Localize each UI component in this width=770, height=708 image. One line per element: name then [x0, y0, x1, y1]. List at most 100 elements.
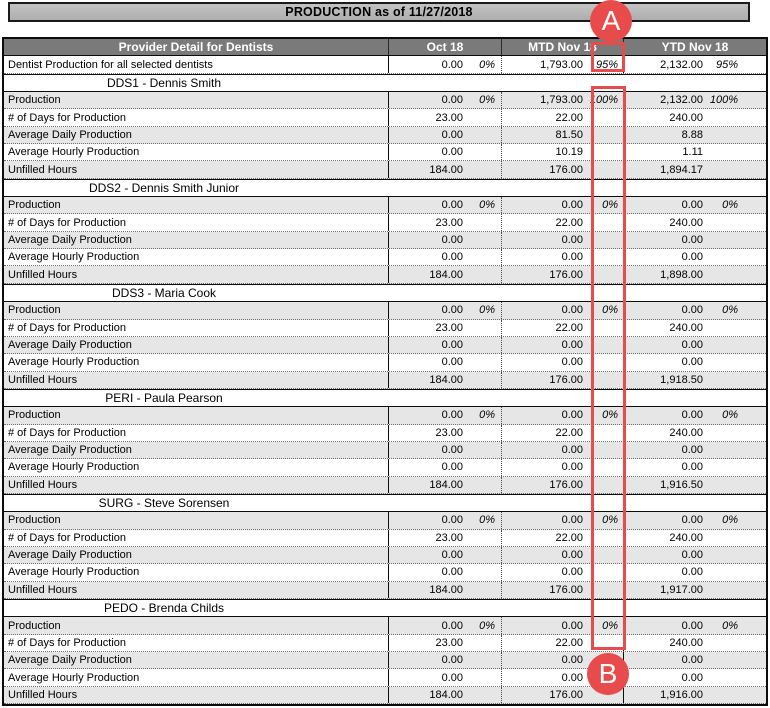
ytd-cell: 1,898.00 — [624, 266, 766, 282]
mtd-value: 0.00 — [502, 549, 583, 561]
ytd-value: 240.00 — [624, 637, 703, 649]
oct-value: 0.00 — [389, 566, 463, 578]
oct-value: 0.00 — [389, 129, 463, 141]
oct-value: 0.00 — [389, 409, 463, 421]
oct-value: 23.00 — [389, 427, 463, 439]
oct-cell: 0.00 — [389, 354, 502, 370]
row-label: Production — [4, 407, 389, 423]
row-label: Average Daily Production — [4, 442, 389, 458]
oct-cell: 0.00 0% — [389, 302, 502, 318]
row-label: Average Hourly Production — [4, 669, 389, 685]
ytd-value: 8.88 — [624, 129, 703, 141]
mtd-value: 0.00 — [502, 444, 583, 456]
row-label: Average Daily Production — [4, 652, 389, 668]
provider-name: PEDO - Brenda Childs — [4, 601, 324, 615]
oct-percent: 0% — [463, 620, 495, 632]
table-row: Average Daily Production 0.00 0.00 0.00 — [4, 547, 766, 564]
oct-value: 0.00 — [389, 356, 463, 368]
mtd-value: 0.00 — [502, 251, 583, 263]
oct-cell: 0.00 — [389, 459, 502, 475]
mtd-value: 0.00 — [502, 199, 583, 211]
callout-marker-b: B — [587, 653, 629, 695]
table-row: Unfilled Hours 184.00 176.00 1,917.00 — [4, 582, 766, 599]
ytd-cell: 0.00 — [624, 249, 766, 265]
ytd-cell: 0.00 0% — [624, 197, 766, 213]
ytd-cell: 1.11 — [624, 144, 766, 160]
row-label: Average Daily Production — [4, 127, 389, 143]
oct-value: 184.00 — [389, 269, 463, 281]
ytd-cell: 240.00 — [624, 109, 766, 125]
table-header-row: Provider Detail for Dentists Oct 18 MTD … — [4, 39, 766, 56]
oct-cell: 23.00 — [389, 425, 502, 441]
table-row: # of Days for Production 23.00 22.00 240… — [4, 214, 766, 231]
row-label: Unfilled Hours — [4, 477, 389, 493]
ytd-percent: 0% — [703, 620, 738, 632]
ytd-value: 0.00 — [624, 514, 703, 526]
mtd-value: 176.00 — [502, 479, 583, 491]
mtd-value: 0.00 — [502, 672, 583, 684]
ytd-value: 0.00 — [624, 199, 703, 211]
table-row: Average Hourly Production 0.00 10.19 1.1… — [4, 144, 766, 161]
ytd-percent: 0% — [703, 199, 738, 211]
ytd-cell: 0.00 — [624, 232, 766, 248]
oct-cell: 23.00 — [389, 109, 502, 125]
ytd-value: 0.00 — [624, 654, 703, 666]
mtd-value: 0.00 — [502, 356, 583, 368]
table-row: Unfilled Hours 184.00 176.00 1,918.50 — [4, 372, 766, 389]
ytd-cell: 240.00 — [624, 530, 766, 546]
ytd-cell: 0.00 0% — [624, 617, 766, 633]
mtd-value: 0.00 — [502, 514, 583, 526]
ytd-value: 1,916.00 — [624, 689, 703, 701]
provider-name: PERI - Paula Pearson — [4, 391, 324, 405]
summary-ytd-cell: 2,132.00 95% — [624, 56, 766, 72]
oct-value: 0.00 — [389, 304, 463, 316]
row-label: Unfilled Hours — [4, 582, 389, 598]
row-label: Average Hourly Production — [4, 144, 389, 160]
oct-value: 23.00 — [389, 322, 463, 334]
ytd-cell: 8.88 — [624, 127, 766, 143]
ytd-value: 1,894.17 — [624, 164, 703, 176]
mtd-value: 0.00 — [502, 304, 583, 316]
report-page: PRODUCTION as of 11/27/2018 Provider Det… — [0, 0, 770, 708]
ytd-value: 0.00 — [624, 251, 703, 263]
oct-percent: 0% — [463, 409, 495, 421]
provider-section-header: DDS3 - Maria Cook — [4, 284, 766, 302]
ytd-cell: 1,894.17 — [624, 161, 766, 177]
provider-section-header: DDS1 - Dennis Smith — [4, 74, 766, 92]
table-row: Production 0.00 0% 0.00 0% 0.00 0% — [4, 512, 766, 529]
mtd-value: 22.00 — [502, 322, 583, 334]
row-label: Average Hourly Production — [4, 249, 389, 265]
oct-value: 0.00 — [389, 461, 463, 473]
table-row: Production 0.00 0% 1,793.00 100% 2,132.0… — [4, 92, 766, 109]
ytd-value: 1,917.00 — [624, 584, 703, 596]
table-row: Production 0.00 0% 0.00 0% 0.00 0% — [4, 302, 766, 319]
oct-value: 184.00 — [389, 164, 463, 176]
row-label: Average Daily Production — [4, 232, 389, 248]
ytd-cell: 240.00 — [624, 425, 766, 441]
ytd-cell: 2,132.00 100% — [624, 92, 766, 108]
mtd-value: 22.00 — [502, 427, 583, 439]
highlight-box-mtd-percent-column — [591, 86, 626, 650]
table-row: Average Hourly Production 0.00 0.00 0.00 — [4, 249, 766, 266]
row-label: Production — [4, 197, 389, 213]
table-row: Production 0.00 0% 0.00 0% 0.00 0% — [4, 407, 766, 424]
oct-value: 0.00 — [389, 234, 463, 246]
oct-value: 184.00 — [389, 479, 463, 491]
ytd-value: 0.00 — [624, 461, 703, 473]
table-row: Average Hourly Production 0.00 0.00 0.00 — [4, 564, 766, 581]
oct-percent: 0% — [463, 304, 495, 316]
provider-name: DDS1 - Dennis Smith — [4, 76, 324, 90]
oct-cell: 184.00 — [389, 687, 502, 703]
ytd-cell: 1,917.00 — [624, 582, 766, 598]
oct-percent: 0% — [463, 514, 495, 526]
mtd-value: 22.00 — [502, 637, 583, 649]
oct-cell: 184.00 — [389, 582, 502, 598]
oct-cell: 0.00 — [389, 232, 502, 248]
provider-section-header: SURG - Steve Sorensen — [4, 494, 766, 512]
ytd-value: 240.00 — [624, 217, 703, 229]
row-label: Average Hourly Production — [4, 354, 389, 370]
ytd-value: 2,132.00 — [624, 94, 703, 106]
ytd-cell: 0.00 — [624, 442, 766, 458]
oct-value: 0.00 — [389, 199, 463, 211]
oct-cell: 184.00 — [389, 266, 502, 282]
